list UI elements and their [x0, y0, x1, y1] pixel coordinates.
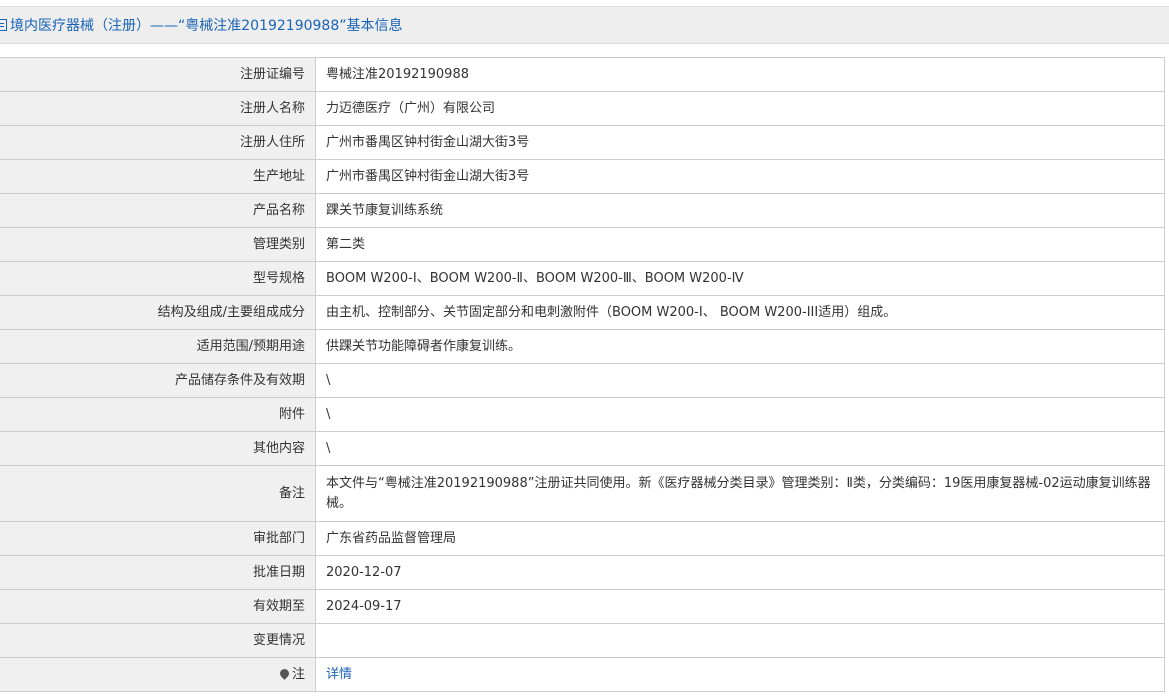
details-link[interactable]: 详情 [326, 667, 352, 682]
table-row: 管理类别 第二类 [0, 227, 1165, 262]
info-table: 注册证编号 粤械注准20192190988 注册人名称 力迈德医疗（广州）有限公… [0, 57, 1165, 692]
page-title: 境内医疗器械（注册）——“粤械注准20192190988”基本信息 [10, 18, 403, 34]
row-value: 2024-09-17 [315, 589, 1165, 624]
row-label: 适用范围/预期用途 [0, 329, 316, 364]
row-label: 产品储存条件及有效期 [0, 363, 316, 398]
row-label: 产品名称 [0, 193, 316, 228]
table-row: 审批部门 广东省药品监督管理局 [0, 521, 1165, 556]
note-row: 注 详情 [0, 657, 1165, 692]
document-icon [0, 19, 7, 31]
row-value: 2020-12-07 [315, 555, 1165, 590]
row-value [315, 623, 1165, 658]
table-row: 产品储存条件及有效期 \ [0, 363, 1165, 398]
table-row: 批准日期 2020-12-07 [0, 555, 1165, 590]
table-row: 结构及组成/主要组成成分 由主机、控制部分、关节固定部分和电刺激附件（BOOM … [0, 295, 1165, 330]
row-value: \ [315, 363, 1165, 398]
table-row: 其他内容 \ [0, 431, 1165, 466]
row-label: 管理类别 [0, 227, 316, 262]
row-label: 有效期至 [0, 589, 316, 624]
row-label: 批准日期 [0, 555, 316, 590]
row-label: 注册人名称 [0, 91, 316, 126]
row-label: 变更情况 [0, 623, 316, 658]
table-row: 型号规格 BOOM W200-Ⅰ、BOOM W200-Ⅱ、BOOM W200-Ⅲ… [0, 261, 1165, 296]
table-row: 变更情况 [0, 623, 1165, 658]
row-label: 其他内容 [0, 431, 316, 466]
row-value: 本文件与“粤械注准20192190988”注册证共同使用。新《医疗器械分类目录》… [315, 465, 1165, 522]
row-label: 结构及组成/主要组成成分 [0, 295, 316, 330]
row-label: 附件 [0, 397, 316, 432]
page-title-bar: 境内医疗器械（注册）——“粤械注准20192190988”基本信息 [0, 6, 1169, 44]
row-value: 力迈德医疗（广州）有限公司 [315, 91, 1165, 126]
row-value: 广州市番禺区钟村街金山湖大街3号 [315, 125, 1165, 160]
row-label: 备注 [0, 465, 316, 522]
row-label: 审批部门 [0, 521, 316, 556]
note-label: 注 [0, 657, 316, 692]
note-label-text: 注 [291, 666, 305, 682]
table-row: 附件 \ [0, 397, 1165, 432]
row-label: 型号规格 [0, 261, 316, 296]
row-label: 注册证编号 [0, 57, 316, 92]
table-row: 注册人住所 广州市番禺区钟村街金山湖大街3号 [0, 125, 1165, 160]
table-row: 备注 本文件与“粤械注准20192190988”注册证共同使用。新《医疗器械分类… [0, 465, 1165, 522]
row-value: 粤械注准20192190988 [315, 57, 1165, 92]
row-value: 广东省药品监督管理局 [315, 521, 1165, 556]
row-value: 第二类 [315, 227, 1165, 262]
row-value: 广州市番禺区钟村街金山湖大街3号 [315, 159, 1165, 194]
row-value: 由主机、控制部分、关节固定部分和电刺激附件（BOOM W200-I、 BOOM … [315, 295, 1165, 330]
table-row: 生产地址 广州市番禺区钟村街金山湖大街3号 [0, 159, 1165, 194]
note-value: 详情 [315, 657, 1165, 692]
location-pin-icon [278, 666, 291, 680]
row-value: \ [315, 431, 1165, 466]
table-row: 适用范围/预期用途 供踝关节功能障碍者作康复训练。 [0, 329, 1165, 364]
table-row: 注册证编号 粤械注准20192190988 [0, 57, 1165, 92]
table-row: 注册人名称 力迈德医疗（广州）有限公司 [0, 91, 1165, 126]
table-row: 产品名称 踝关节康复训练系统 [0, 193, 1165, 228]
row-value: 踝关节康复训练系统 [315, 193, 1165, 228]
row-value: \ [315, 397, 1165, 432]
row-value: 供踝关节功能障碍者作康复训练。 [315, 329, 1165, 364]
row-label: 注册人住所 [0, 125, 316, 160]
row-label: 生产地址 [0, 159, 316, 194]
table-row: 有效期至 2024-09-17 [0, 589, 1165, 624]
row-value: BOOM W200-Ⅰ、BOOM W200-Ⅱ、BOOM W200-Ⅲ、BOOM… [315, 261, 1165, 296]
